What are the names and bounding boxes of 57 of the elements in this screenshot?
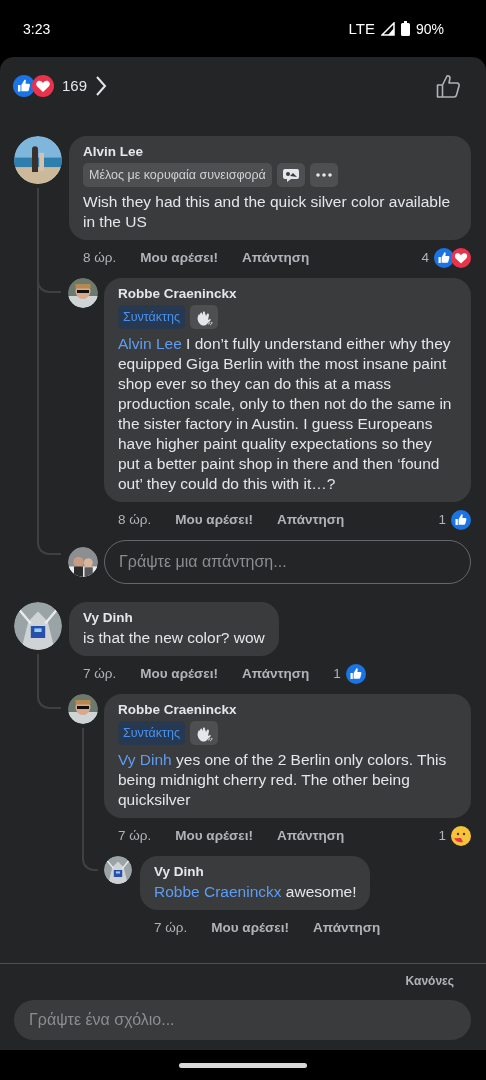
comment-text: is that the new color? wow <box>83 628 265 648</box>
reaction-count: 1 <box>438 828 446 843</box>
comment-text: Robbe Craeninckx awesome! <box>154 882 357 902</box>
like-link[interactable]: Μου αρέσει! <box>140 250 218 265</box>
timestamp: 7 ώρ. <box>118 828 152 843</box>
image-comment-icon <box>281 167 300 183</box>
reaction-count: 1 <box>333 666 341 681</box>
reactions-summary[interactable]: 169 <box>13 74 108 97</box>
battery-level: 90% <box>415 20 444 37</box>
author-name[interactable]: Robbe Craeninckx <box>118 702 457 717</box>
hug-reaction-icon <box>451 825 471 846</box>
reply-link[interactable]: Απάντηση <box>241 250 310 265</box>
author-name[interactable]: Robbe Craeninckx <box>118 286 457 301</box>
author-badge: Συντάκτης <box>118 721 185 745</box>
reply-link[interactable]: Απάντηση <box>276 828 345 843</box>
clock: 3:23 <box>23 20 51 37</box>
reaction-count: 169 <box>62 77 88 94</box>
timestamp: 8 ώρ. <box>118 512 152 527</box>
mention-link[interactable]: Alvin Lee <box>118 335 182 352</box>
comment-text: Wish they had this and the quick silver color available in the US <box>83 192 452 232</box>
badge-label: Μέλος με κορυφαία συνεισφορά <box>83 163 272 187</box>
like-reaction-icon <box>434 247 454 268</box>
reply-link[interactable]: Απάντηση <box>241 666 310 681</box>
heart-reaction-icon <box>451 247 471 268</box>
chevron-right-icon <box>95 74 108 97</box>
author-name[interactable]: Vy Dinh <box>83 610 265 625</box>
rules-link[interactable]: Κανόνες <box>14 974 454 988</box>
like-reaction-icon <box>13 74 35 97</box>
network-type: LTE <box>348 20 375 37</box>
author-badge: Συντάκτης <box>118 305 185 329</box>
reaction-count: 4 <box>421 250 429 265</box>
mention-link[interactable]: Robbe Craeninckx <box>154 883 282 900</box>
timestamp: 7 ώρ. <box>154 920 188 935</box>
like-link[interactable]: Μου αρέσει! <box>175 512 253 527</box>
home-indicator[interactable] <box>179 1062 307 1068</box>
mention-link[interactable]: Vy Dinh <box>118 751 172 768</box>
like-reaction-icon <box>451 509 471 530</box>
like-reaction-icon <box>345 663 366 684</box>
author-name[interactable]: Alvin Lee <box>83 144 457 159</box>
reply-link[interactable]: Απάντηση <box>312 920 381 935</box>
comment-text: Alvin Lee I don’t fully understand either why they equipped Giga Berlin with the most insane paint shop ever so they can do this at a mass production scale, only to then not do the same in the sister factory in Austin. I guess Europeans have higher paint quality expectations so they put a better paint shop in there and then ‘found out’ they could do this with it…? <box>118 334 453 494</box>
heart-reaction-icon <box>32 74 54 97</box>
like-link[interactable]: Μου αρέσει! <box>211 920 289 935</box>
author-name[interactable]: Vy Dinh <box>154 864 357 879</box>
signal-icon <box>380 21 395 36</box>
like-button[interactable] <box>436 72 462 99</box>
battery-icon <box>400 21 410 36</box>
more-icon <box>315 173 332 177</box>
timestamp: 8 ώρ. <box>83 250 117 265</box>
reaction-count: 1 <box>438 512 446 527</box>
thumbs-up-icon <box>436 72 462 99</box>
like-link[interactable]: Μου αρέσει! <box>140 666 218 681</box>
reply-link[interactable]: Απάντηση <box>276 512 345 527</box>
like-link[interactable]: Μου αρέσει! <box>175 828 253 843</box>
more-button[interactable] <box>309 163 338 187</box>
timestamp: 7 ώρ. <box>83 666 117 681</box>
comment-text: Vy Dinh yes one of the 2 Berlin only colors. This being midnight cherry red. The other being quicksilver <box>118 750 448 810</box>
